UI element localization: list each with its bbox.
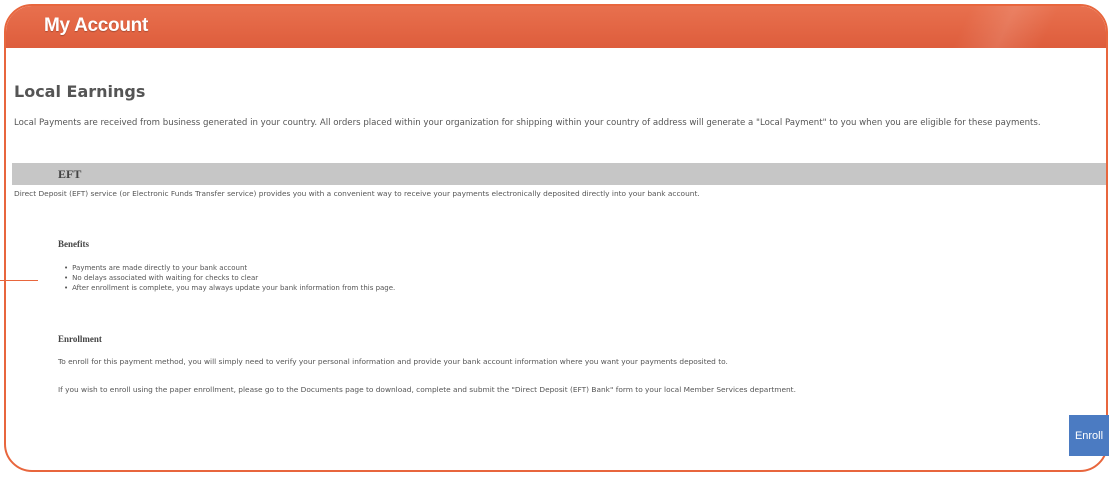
account-panel: My Account Local Earnings Local Payments… [4, 4, 1108, 472]
page-title: Local Earnings [14, 82, 146, 101]
benefits-list: Payments are made directly to your bank … [64, 263, 395, 293]
list-item: No delays associated with waiting for ch… [64, 273, 395, 283]
list-item: After enrollment is complete, you may al… [64, 283, 395, 293]
panel-header: My Account [6, 6, 1106, 48]
enrollment-text: To enroll for this payment method, you w… [58, 357, 728, 366]
benefits-heading: Benefits [58, 239, 89, 249]
list-item: Payments are made directly to your bank … [64, 263, 395, 273]
eft-label: EFT [58, 167, 82, 181]
eft-section-bar: EFT [12, 163, 1106, 185]
paper-enrollment-text: If you wish to enroll using the paper en… [58, 385, 796, 394]
eft-description: Direct Deposit (EFT) service (or Electro… [14, 189, 700, 198]
divider-line [0, 280, 38, 281]
enroll-button[interactable]: Enroll [1069, 415, 1109, 456]
intro-text: Local Payments are received from busines… [14, 118, 1041, 128]
header-decoration [906, 6, 1106, 48]
panel-title: My Account [44, 15, 148, 36]
enrollment-heading: Enrollment [58, 334, 102, 344]
